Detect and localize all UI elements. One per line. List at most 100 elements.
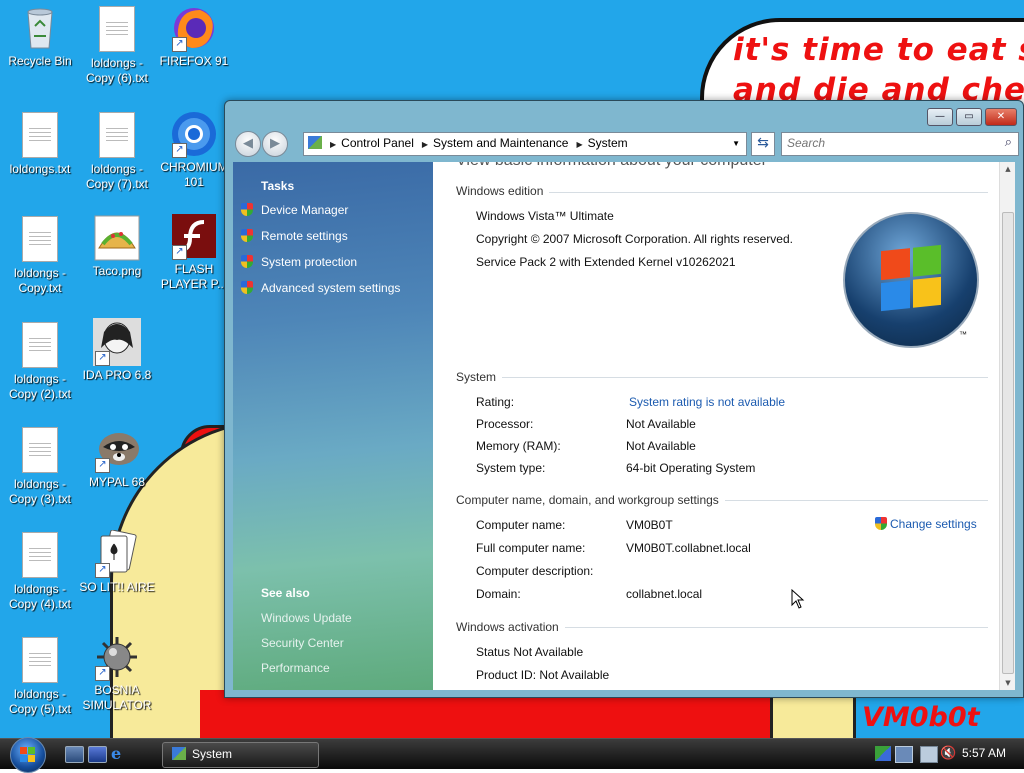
breadcrumb-system-and-maintenance[interactable]: System and Maintenance	[433, 133, 568, 154]
address-bar[interactable]: ▶ Control Panel ▶ System and Maintenance ▶ Sy…	[303, 132, 747, 156]
taskbar-clock[interactable]: 5:57 AM	[962, 746, 1006, 760]
desktop-icon-loldongs-copy-3[interactable]: loldongs - Copy (3).txt	[0, 425, 80, 507]
breadcrumb-system[interactable]: System	[588, 133, 628, 154]
network-tray-icon[interactable]	[875, 746, 891, 761]
chromium-icon: ↗	[170, 110, 218, 158]
refresh-button[interactable]: ⇆	[751, 132, 775, 156]
desktop-icon-loldongs-copy-2[interactable]: loldongs - Copy (2).txt	[0, 320, 80, 402]
text-file-icon	[16, 427, 64, 475]
computer-name-label: Computer name:	[476, 518, 566, 532]
link-security-center[interactable]: Security Center	[261, 636, 344, 650]
computer-description-label: Computer description:	[476, 564, 594, 578]
text-file-icon	[16, 112, 64, 160]
desktop-icon-loldongs-copy-6[interactable]: loldongs - Copy (6).txt	[77, 4, 157, 86]
task-remote-settings[interactable]: Remote settings	[241, 227, 348, 245]
search-icon[interactable]: ⌕	[1005, 135, 1012, 150]
solitaire-icon: ↗	[93, 529, 141, 578]
shortcut-arrow-icon: ↗	[95, 458, 110, 473]
desktop-icon-loldongs-copy-7[interactable]: loldongs - Copy (7).txt	[77, 110, 157, 192]
raccoon-icon: ↗	[93, 425, 141, 473]
shortcut-arrow-icon: ↗	[95, 666, 110, 681]
desktop-icon-label: SO LIT!! AIRE	[79, 580, 155, 594]
desktop-icon-loldongs[interactable]: loldongs.txt	[0, 110, 80, 177]
uac-shield-icon	[241, 255, 253, 268]
desktop-icon-loldongs-copy-5[interactable]: loldongs - Copy (5).txt	[0, 635, 80, 717]
taskbar-button-system[interactable]: System	[162, 742, 319, 768]
navigation-bar: ◀ ▶ ▶ Control Panel ▶ System and Maintenanc…	[233, 130, 1019, 158]
scroll-down-icon[interactable]: ▼	[1000, 679, 1015, 687]
text-file-icon	[16, 216, 64, 264]
memory-value: Not Available	[626, 439, 696, 453]
breadcrumb-control-panel[interactable]: Control Panel	[341, 133, 414, 154]
desktop-icon-taco-png[interactable]: Taco.png	[77, 214, 157, 279]
desktop-icon-firefox[interactable]: ↗ FIREFOX 91	[154, 4, 234, 69]
maximize-button[interactable]: ▭	[956, 108, 982, 126]
forward-button[interactable]: ▶	[262, 131, 288, 157]
desktop-icon-ida-pro[interactable]: ↗ IDA PRO 6.8	[77, 318, 157, 383]
link-windows-update[interactable]: Windows Update	[261, 611, 352, 625]
chevron-right-icon: ▶	[330, 140, 337, 149]
desktop-icon-mypal[interactable]: ↗ MYPAL 68	[77, 425, 157, 490]
desktop-icon-label: FIREFOX 91	[159, 54, 229, 68]
task-label: Device Manager	[261, 203, 349, 217]
domain-value: collabnet.local	[626, 587, 703, 601]
minimize-button[interactable]: —	[927, 108, 953, 126]
shortcut-arrow-icon: ↗	[172, 143, 187, 158]
desktop-icon-label: loldongs - Copy (7).txt	[85, 162, 148, 191]
windows-logo-icon	[843, 212, 979, 348]
desktop-icon-bosnia-simulator[interactable]: ↗ BOSNIA SIMULATOR	[77, 633, 157, 713]
section-system: System	[456, 370, 503, 384]
logo-trademark: ™	[959, 330, 967, 339]
desktop-icon-recycle-bin[interactable]: Recycle Bin	[0, 4, 80, 69]
text-file-icon	[16, 637, 64, 685]
control-panel-icon	[308, 136, 322, 149]
desktop-icon-flash-player[interactable]: ↗ FLASH PLAYER P...	[154, 212, 234, 292]
change-settings-link[interactable]: Change settings	[875, 517, 977, 531]
desktop-icon-label: MYPAL 68	[88, 475, 146, 489]
desktop-icon-solitaire[interactable]: ↗ SO LIT!! AIRE	[77, 529, 157, 595]
text-file-icon	[16, 322, 64, 370]
edition-copyright: Copyright © 2007 Microsoft Corporation. …	[476, 232, 793, 246]
task-device-manager[interactable]: Device Manager	[241, 201, 348, 219]
desktop-icon-label: IDA PRO 6.8	[82, 368, 152, 382]
task-pane: Tasks Device Manager Remote settings Sys…	[233, 162, 433, 690]
desktop-icon-label: loldongs - Copy (3).txt	[8, 477, 71, 506]
full-computer-name-value: VM0B0T.collabnet.local	[626, 541, 751, 555]
search-input[interactable]	[782, 133, 992, 153]
windows-logo-icon	[20, 747, 35, 762]
monitor-tray-icon[interactable]	[920, 746, 938, 763]
mouse-cursor-icon	[791, 589, 805, 609]
mine-icon: ↗	[93, 633, 141, 681]
scroll-up-icon[interactable]: ▲	[1000, 165, 1015, 173]
forward-arrow-icon: ▶	[270, 136, 280, 151]
desktop-icon-chromium[interactable]: ↗ CHROMIUM 101	[154, 110, 234, 190]
task-system-protection[interactable]: System protection	[241, 253, 357, 271]
taco-image-icon	[93, 214, 141, 262]
domain-label: Domain:	[476, 587, 521, 601]
rating-label: Rating:	[476, 395, 515, 409]
volume-muted-icon[interactable]: 🔇	[940, 746, 956, 761]
desktop-icon-label: loldongs.txt	[9, 162, 71, 176]
close-button[interactable]: ✕	[985, 108, 1017, 126]
task-advanced-system-settings[interactable]: Advanced system settings	[241, 279, 400, 297]
task-label: System protection	[261, 255, 358, 269]
section-windows-activation: Windows activation	[456, 620, 565, 634]
activation-product-id: Product ID: Not Available	[476, 668, 610, 682]
desktop-icon-loldongs-copy[interactable]: loldongs - Copy.txt	[0, 214, 80, 296]
section-windows-edition: Windows edition	[456, 184, 550, 198]
uac-shield-icon	[241, 229, 253, 242]
show-desktop-icon[interactable]	[65, 746, 84, 763]
vertical-scrollbar[interactable]: ▲ ▼	[999, 162, 1015, 690]
shortcut-arrow-icon: ↗	[172, 245, 187, 260]
scrollbar-thumb[interactable]	[1002, 212, 1014, 674]
display-tray-icon[interactable]	[895, 746, 913, 763]
search-box: ⌕	[781, 132, 1019, 156]
rating-link[interactable]: System rating is not available	[629, 395, 785, 409]
desktop-icon-loldongs-copy-4[interactable]: loldongs - Copy (4).txt	[0, 530, 80, 612]
link-performance[interactable]: Performance	[261, 661, 330, 675]
switch-windows-icon[interactable]	[88, 746, 107, 763]
internet-explorer-icon[interactable]: e	[111, 746, 128, 762]
back-button[interactable]: ◀	[235, 131, 261, 157]
system-window: — ▭ ✕ ◀ ▶ ▶ Control Panel ▶ System and Main…	[224, 100, 1024, 698]
chevron-down-icon[interactable]: ▼	[732, 133, 740, 154]
